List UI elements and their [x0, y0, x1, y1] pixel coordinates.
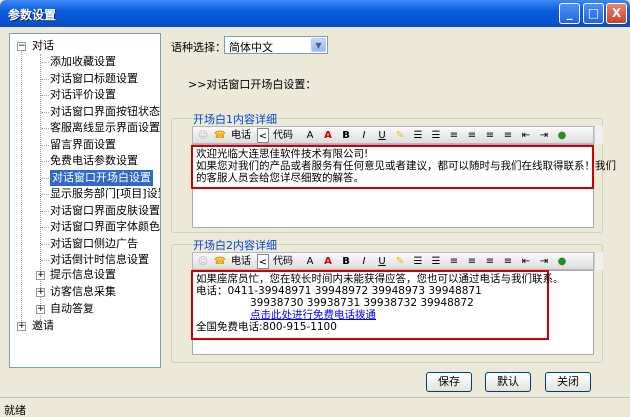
tree-node-child[interactable]: 对话窗口界面字体颜色	[50, 219, 160, 235]
expand-icon[interactable]: +	[36, 271, 45, 280]
expand-icon[interactable]: +	[36, 288, 45, 297]
toolbar-icon[interactable]: ☰	[429, 128, 443, 143]
close-button[interactable]: 关闭	[545, 372, 591, 392]
toolbar-icon[interactable]: ≡	[447, 128, 461, 143]
toolbar-icon[interactable]: <	[257, 128, 269, 143]
status-text: 就绪	[4, 404, 26, 417]
greeting1-line1: 欢迎光临大连思佳软件技术有限公司!	[196, 148, 369, 160]
toolbar-icon[interactable]: ⇤	[519, 128, 533, 143]
maximize-button[interactable]: □	[583, 3, 604, 24]
tree-node-child[interactable]: 免费电话参数设置	[50, 153, 138, 169]
free-call-link[interactable]: 点击此处进行免费电话拨通	[250, 309, 376, 321]
chevron-down-icon[interactable]: ▼	[311, 38, 326, 52]
toolbar-icon[interactable]: A	[321, 128, 335, 143]
greeting1-line2: 如果您对我们的产品或者服务有任何意见或者建议，都可以随时与我们在线取得联系！我们	[196, 160, 616, 172]
collapse-icon[interactable]: −	[17, 42, 26, 51]
toolbar-icon[interactable]: ☰	[411, 128, 425, 143]
toolbar-icon[interactable]: 代码	[271, 128, 295, 143]
toolbar-icon[interactable]: ☺	[197, 128, 209, 143]
toolbar-icon[interactable]: ⇥	[537, 128, 551, 143]
tree-node-child[interactable]: 对话窗口标题设置	[50, 71, 138, 87]
toolbar-icon[interactable]: 电话	[229, 128, 253, 143]
greeting2-line4: 全国免费电话:800-915-1100	[196, 321, 337, 333]
toolbar-icon[interactable]: ≡	[501, 254, 515, 269]
greeting2-line1: 如果座席员忙，您在较长时间内未能获得应答，您也可以通过电话与我们联系。	[196, 273, 564, 285]
tree-node-child[interactable]: 客服离线显示界面设置	[50, 120, 160, 136]
tree-node-child[interactable]: 添加收藏设置	[50, 54, 116, 70]
tree-node-child[interactable]: 对话窗口界面按钮状态	[50, 104, 160, 120]
toolbar-icon[interactable]: ≡	[447, 254, 461, 269]
greeting2-line2: 电话：0411-39948971 39948972 39948973 39948…	[196, 285, 482, 297]
tree-node-child[interactable]: 对话窗口侧边广告	[50, 236, 138, 252]
toolbar-icon[interactable]: ☺	[197, 254, 209, 269]
toolbar-icon[interactable]: A	[303, 128, 317, 143]
toolbar-icon[interactable]: ✎	[393, 128, 407, 143]
default-button[interactable]: 默认	[485, 372, 531, 392]
tree-node-child[interactable]: 对话评价设置	[50, 87, 116, 103]
toolbar-icon[interactable]: ☰	[429, 254, 443, 269]
editor-toolbar-1: ☺ ☎ 电话 < 代码 A A B I U ✎ ☰ ☰ ≡ ≡ ≡ ≡ ⇤ ⇥ …	[192, 126, 594, 144]
toolbar-icon[interactable]: ⇤	[519, 254, 533, 269]
status-bar: 就绪	[0, 397, 630, 417]
toolbar-icon[interactable]: ≡	[465, 254, 479, 269]
toolbar-icon[interactable]: A	[321, 254, 335, 269]
language-value: 简体中文	[229, 41, 273, 54]
toolbar-icon[interactable]: I	[357, 128, 371, 143]
greeting1-line3: 的客服人员会给您详尽细致的解答。	[196, 172, 364, 184]
greeting2-label: 开场白2内容详细	[192, 237, 278, 253]
tree-node-child[interactable]: 对话窗口界面皮肤设置	[50, 203, 160, 219]
language-label: 语种选择：	[171, 41, 226, 54]
toolbar-icon[interactable]: ✎	[393, 254, 407, 269]
toolbar-icon[interactable]: 代码	[271, 254, 295, 269]
close-window-button[interactable]: X	[606, 3, 627, 24]
toolbar-icon[interactable]: ≡	[483, 254, 497, 269]
toolbar-icon[interactable]: B	[339, 254, 353, 269]
toolbar-icon[interactable]: 电话	[229, 254, 253, 269]
tree-node-child[interactable]: 显示服务部门[项目]设置	[50, 186, 160, 202]
toolbar-icon[interactable]: U	[375, 254, 389, 269]
tree-node-dialog[interactable]: 对话	[32, 38, 54, 54]
tree-node-child[interactable]: 对话倒计时信息设置	[50, 252, 149, 268]
tree-node-auto-reply[interactable]: 自动答复	[50, 301, 94, 317]
toolbar-icon[interactable]: A	[303, 254, 317, 269]
section-title: >>对话窗口开场白设置：	[188, 78, 317, 91]
expand-icon[interactable]: +	[17, 322, 26, 331]
toolbar-icon[interactable]: ☎	[213, 128, 227, 143]
toolbar-icon[interactable]: ⇥	[537, 254, 551, 269]
toolbar-icon[interactable]: U	[375, 128, 389, 143]
toolbar-icon[interactable]: ≡	[483, 128, 497, 143]
toolbar-icon[interactable]: ☎	[213, 254, 227, 269]
tree-node-child[interactable]: 留言界面设置	[50, 137, 116, 153]
toolbar-icon[interactable]: I	[357, 254, 371, 269]
tree-node-child[interactable]: 对话窗口开场白设置	[50, 169, 153, 186]
toolbar-icon[interactable]: ●	[555, 128, 569, 143]
tree-node-tips[interactable]: 提示信息设置	[50, 267, 116, 283]
toolbar-icon[interactable]: B	[339, 128, 353, 143]
settings-tree[interactable]: − 对话 + 提示信息设置 + 访客信息采集 + 自动答复 + 邀请 添加收藏设…	[9, 33, 161, 368]
greeting1-label: 开场白1内容详细	[192, 111, 278, 127]
toolbar-icon[interactable]: <	[257, 254, 269, 269]
language-select[interactable]: 简体中文 ▼	[224, 36, 328, 54]
editor-toolbar-2: ☺ ☎ 电话 < 代码 A A B I U ✎ ☰ ☰ ≡ ≡ ≡ ≡ ⇤ ⇥ …	[192, 252, 594, 270]
tree-node-invite[interactable]: 邀请	[32, 318, 54, 334]
title-bar: 参数设置 _ □ X	[0, 0, 630, 27]
expand-icon[interactable]: +	[36, 305, 45, 314]
save-button[interactable]: 保存	[426, 372, 472, 392]
minimize-button[interactable]: _	[559, 3, 580, 24]
window-title: 参数设置	[8, 8, 57, 22]
window: 参数设置 _ □ X − 对话 + 提示信息设置 + 访客信息采集 + 自动答复…	[0, 0, 630, 417]
toolbar-icon[interactable]: ●	[555, 254, 569, 269]
toolbar-icon[interactable]: ≡	[501, 128, 515, 143]
greeting2-line3: 39938730 39938731 39938732 39948872	[250, 297, 474, 309]
toolbar-icon[interactable]: ☰	[411, 254, 425, 269]
toolbar-icon[interactable]: ≡	[465, 128, 479, 143]
tree-node-visitor-info[interactable]: 访客信息采集	[50, 284, 116, 300]
